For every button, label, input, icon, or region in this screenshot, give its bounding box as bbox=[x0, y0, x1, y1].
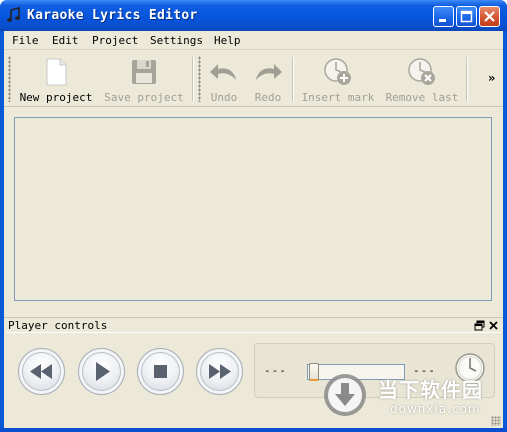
window-bottom-border bbox=[0, 428, 507, 432]
player-controls-header: Player controls bbox=[4, 317, 503, 332]
fast-forward-button[interactable] bbox=[196, 348, 243, 395]
clock-remove-icon bbox=[408, 58, 435, 85]
stop-icon bbox=[154, 365, 167, 378]
insert-mark-button[interactable]: Insert mark bbox=[300, 53, 376, 105]
float-window-icon[interactable] bbox=[474, 320, 485, 331]
title-bar[interactable]: Karaoke Lyrics Editor bbox=[0, 0, 507, 31]
fast-forward-icon bbox=[209, 364, 231, 379]
watermark-text: 当下软件园 bbox=[378, 378, 483, 402]
redo-arrow-icon bbox=[256, 64, 282, 80]
new-project-button[interactable]: New project bbox=[16, 53, 96, 105]
download-arrow-icon bbox=[324, 374, 366, 416]
new-project-label: New project bbox=[19, 91, 93, 104]
rewind-button[interactable] bbox=[18, 348, 65, 395]
save-project-label: Save project bbox=[104, 91, 184, 104]
redo-label: Redo bbox=[254, 91, 282, 104]
stop-button[interactable] bbox=[137, 348, 184, 395]
save-project-button[interactable]: Save project bbox=[100, 53, 188, 105]
close-icon bbox=[484, 11, 495, 22]
menu-settings[interactable]: Settings bbox=[150, 34, 203, 47]
position-slider-thumb[interactable] bbox=[309, 363, 319, 381]
menu-help[interactable]: Help bbox=[214, 34, 241, 47]
menu-bar: File Edit Project Settings Help bbox=[4, 31, 503, 50]
toolbar-grip[interactable] bbox=[8, 56, 11, 102]
toolbar-separator bbox=[192, 57, 194, 101]
toolbar-grip[interactable] bbox=[198, 56, 201, 102]
toolbar-separator bbox=[466, 57, 468, 101]
window-title: Karaoke Lyrics Editor bbox=[27, 8, 198, 23]
undo-button[interactable]: Undo bbox=[204, 53, 244, 105]
close-button[interactable] bbox=[479, 6, 500, 27]
play-button[interactable] bbox=[78, 348, 125, 395]
resize-grip[interactable] bbox=[491, 416, 501, 426]
maximize-icon bbox=[460, 10, 473, 23]
toolbar-overflow-button[interactable]: » bbox=[488, 71, 495, 85]
undo-label: Undo bbox=[210, 91, 238, 104]
play-icon bbox=[96, 362, 110, 381]
minimize-button[interactable] bbox=[433, 6, 454, 27]
remove-last-button[interactable]: Remove last bbox=[384, 53, 460, 105]
music-note-icon bbox=[7, 7, 20, 22]
app-window: Karaoke Lyrics Editor File Edit Project … bbox=[0, 0, 507, 432]
player-controls-title: Player controls bbox=[8, 319, 108, 332]
toolbar-separator bbox=[292, 57, 294, 101]
watermark-url: downxia.com bbox=[390, 402, 481, 416]
elapsed-time: --- bbox=[264, 364, 287, 377]
menu-edit[interactable]: Edit bbox=[52, 34, 79, 47]
close-icon[interactable] bbox=[488, 320, 499, 331]
main-toolbar: New project Save project Undo Redo Inser… bbox=[4, 51, 503, 107]
rewind-icon bbox=[30, 364, 52, 379]
redo-button[interactable]: Redo bbox=[248, 53, 288, 105]
menu-file[interactable]: File bbox=[12, 34, 39, 47]
undo-arrow-icon bbox=[210, 64, 236, 80]
menu-project[interactable]: Project bbox=[92, 34, 138, 47]
minimize-icon bbox=[439, 19, 446, 22]
floppy-disk-icon bbox=[132, 60, 156, 84]
maximize-button[interactable] bbox=[456, 6, 477, 27]
document-icon bbox=[46, 58, 67, 86]
client-area: File Edit Project Settings Help New proj… bbox=[4, 31, 503, 428]
remove-last-label: Remove last bbox=[385, 91, 459, 104]
lyrics-editor-area[interactable] bbox=[14, 117, 492, 301]
insert-mark-label: Insert mark bbox=[301, 91, 375, 104]
clock-plus-icon bbox=[324, 58, 351, 85]
